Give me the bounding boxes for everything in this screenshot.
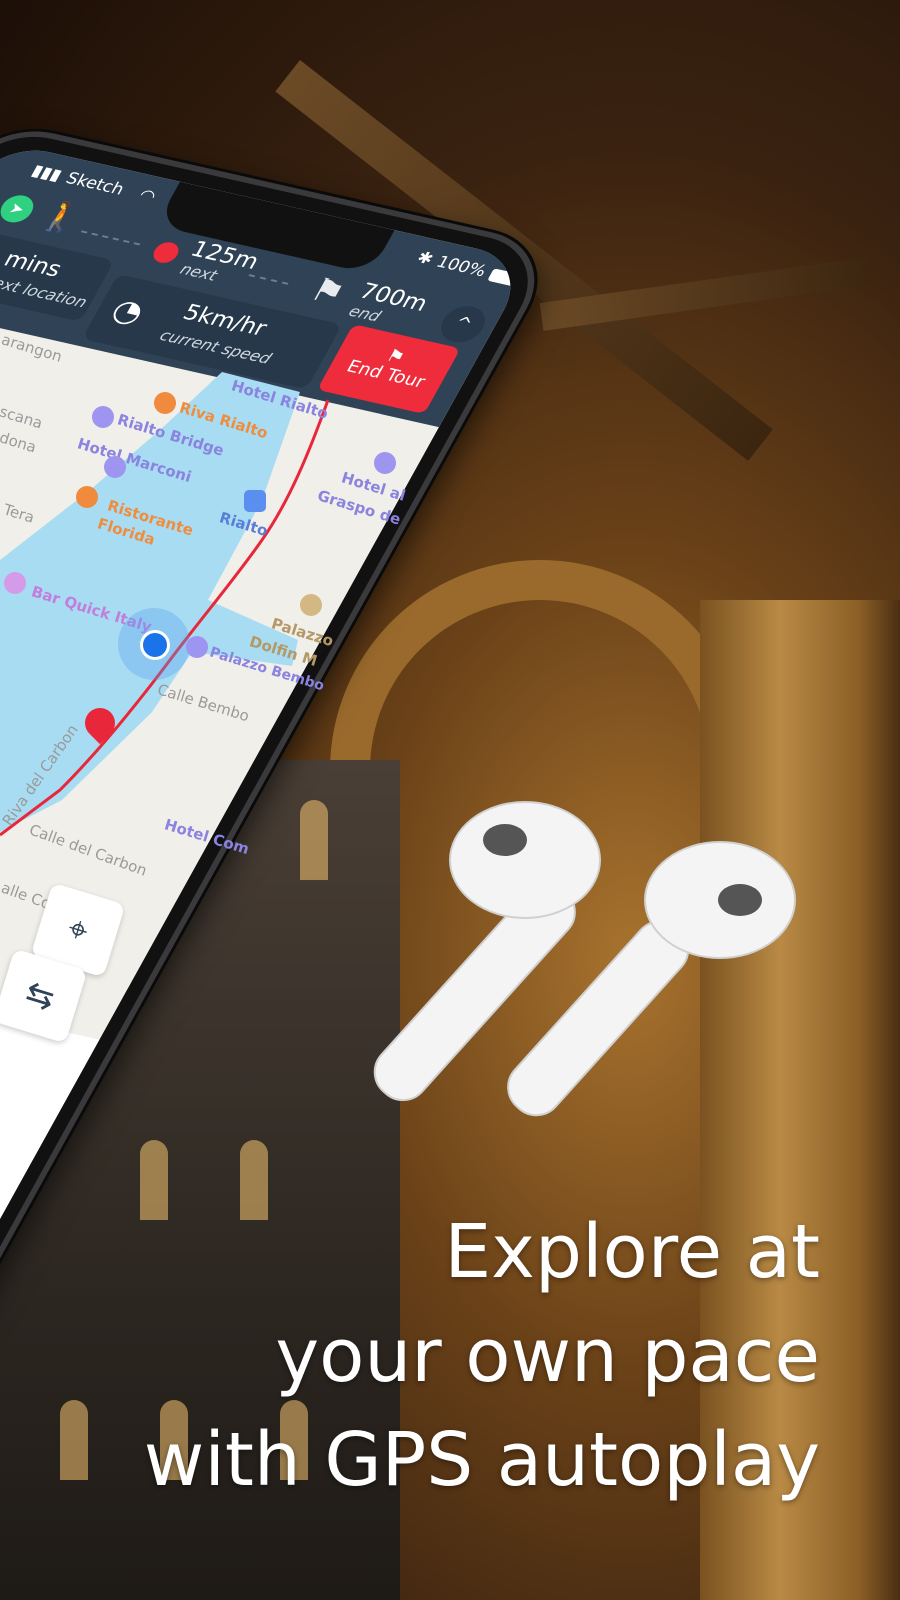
battery-icon: [487, 268, 524, 288]
map-shapes: [0, 372, 330, 837]
bar-icon[interactable]: [4, 572, 26, 594]
headline: Explore at your own pace with GPS autopl…: [143, 1209, 820, 1503]
time-card: ◷ 2 mins to next location: [0, 223, 115, 322]
collapse-chevron-icon[interactable]: ^: [433, 302, 493, 347]
ferry-stop-icon[interactable]: [244, 490, 266, 512]
landmark-icon[interactable]: [300, 594, 322, 616]
location-pin-icon: ●: [145, 232, 189, 270]
hotel-icon[interactable]: [374, 452, 396, 474]
current-location-dot: [140, 630, 170, 660]
hotel-icon[interactable]: [104, 456, 126, 478]
restaurant-icon[interactable]: [154, 392, 176, 414]
bluetooth-icon: ✱: [413, 248, 437, 269]
end-tour-button[interactable]: ⚑ End Tour: [317, 324, 461, 414]
progress-line: [80, 230, 141, 246]
airpods-image: [373, 801, 796, 1117]
carrier-label: Sketch: [62, 169, 128, 200]
restaurant-icon[interactable]: [76, 486, 98, 508]
progress-line: [248, 274, 289, 285]
hotel-icon[interactable]: [92, 406, 114, 428]
hotel-icon[interactable]: [186, 636, 208, 658]
signal-icon: ▮▮▮: [28, 161, 66, 186]
battery-level: 100%: [432, 252, 490, 281]
speedometer-icon: ◔: [105, 291, 152, 331]
compass-icon[interactable]: ➤: [0, 192, 39, 226]
wifi-icon: ◠: [135, 185, 160, 207]
flag-icon: ⚑: [303, 270, 353, 313]
